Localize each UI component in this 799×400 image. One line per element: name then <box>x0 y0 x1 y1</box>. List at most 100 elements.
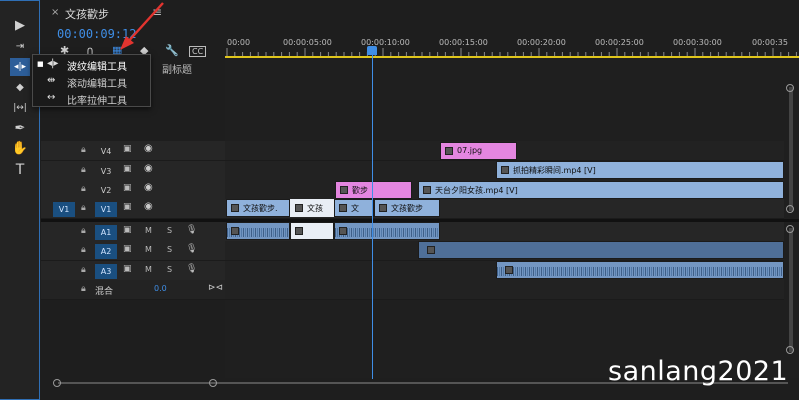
clip-label: 文孩歡步. <box>243 204 278 213</box>
clip-v4-image[interactable]: 07.jpg <box>440 142 517 160</box>
eye-icon[interactable]: ◉ <box>144 182 153 193</box>
go-to-end-icon[interactable]: ⊳⊲ <box>208 283 223 293</box>
clip-thumbnail-icon <box>339 204 347 212</box>
track-header-a1: 🔒︎ A1 ▣ M S 🎙︎ <box>41 222 225 242</box>
clip-v1-segment-selected[interactable]: 文孩 <box>290 199 334 217</box>
eye-icon[interactable]: ◉ <box>144 143 153 154</box>
sync-lock-icon[interactable]: ▣ <box>123 264 132 274</box>
rate-stretch-icon: ↔ <box>47 92 55 103</box>
mix-volume-value[interactable]: 0.0 <box>154 284 167 293</box>
sync-lock-icon[interactable]: ▣ <box>123 202 132 212</box>
clip-v1-segment[interactable]: 文孩歡步 <box>374 199 440 217</box>
track-label[interactable]: V1 <box>95 202 117 217</box>
clip-thumbnail-icon <box>379 204 387 212</box>
source-patch-v1[interactable]: V1 <box>53 202 75 217</box>
tick-label: 00:00:35 <box>752 38 788 47</box>
lock-icon[interactable]: 🔒︎ <box>81 245 86 255</box>
sync-lock-icon[interactable]: ▣ <box>123 225 132 235</box>
menu-item-label: 波纹编辑工具 <box>67 62 127 73</box>
clip-thumbnail-icon <box>445 147 453 155</box>
lock-icon[interactable]: 🔒︎ <box>81 265 86 275</box>
clip-v2-video[interactable]: 天台夕阳女孩.mp4 [V] <box>418 181 784 199</box>
playhead-handle[interactable] <box>367 46 377 55</box>
lock-icon[interactable]: 🔒︎ <box>81 184 86 194</box>
audio-clip-a1-selected[interactable] <box>290 222 334 240</box>
lane-mix <box>225 280 784 300</box>
track-header-v1: V1 🔒︎ V1 ▣ ◉ <box>41 199 225 219</box>
eye-icon[interactable]: ◉ <box>144 163 153 174</box>
sync-lock-icon[interactable]: ▣ <box>123 144 132 154</box>
clip-thumbnail-icon <box>295 204 303 212</box>
scroll-handle-icon[interactable] <box>786 205 794 213</box>
edit-tool-flyout-menu: ■ ◂|▸ 波纹编辑工具 ⇹ 滚动编辑工具 ↔ 比率拉伸工具 <box>32 54 151 107</box>
lock-icon[interactable]: 🔒︎ <box>81 203 86 213</box>
microphone-icon[interactable]: 🎙︎ <box>186 264 197 274</box>
mix-label: 混合 <box>95 287 114 297</box>
close-tab-icon[interactable]: × <box>51 7 59 18</box>
lock-icon[interactable]: 🔒︎ <box>81 284 86 294</box>
track-header-v4: 🔒︎ V4 ▣ ◉ <box>41 141 225 161</box>
track-select-tool-icon[interactable]: ⇥ <box>10 38 30 56</box>
clip-thumbnail-icon <box>340 186 348 194</box>
solo-button[interactable]: S <box>167 226 172 235</box>
track-label[interactable]: A2 <box>95 244 117 259</box>
track-header-v2: 🔒︎ V2 ▣ ◉ <box>41 180 225 200</box>
eye-icon[interactable]: ◉ <box>144 201 153 212</box>
track-header-v3: 🔒︎ V3 ▣ ◉ <box>41 161 225 181</box>
menu-item-ripple-edit[interactable]: ■ ◂|▸ 波纹编辑工具 <box>33 56 150 73</box>
track-label[interactable]: A3 <box>95 264 117 279</box>
audio-clip-a3[interactable] <box>496 261 784 279</box>
audio-clip-a1[interactable] <box>226 222 290 240</box>
solo-button[interactable]: S <box>167 265 172 274</box>
mute-button[interactable]: M <box>145 245 152 254</box>
clip-thumbnail-icon <box>295 227 303 235</box>
audio-clip-a2[interactable] <box>418 241 784 259</box>
pen-tool-icon[interactable]: ✒ <box>10 120 30 138</box>
clip-v1-segment[interactable]: 文 <box>334 199 374 217</box>
slip-tool-icon[interactable]: |↔| <box>10 99 30 117</box>
microphone-icon[interactable]: 🎙︎ <box>186 244 197 254</box>
clip-v2-image[interactable]: 歡步 <box>335 181 412 199</box>
menu-item-rolling-edit[interactable]: ⇹ 滚动编辑工具 <box>33 73 150 90</box>
scroll-handle-icon[interactable] <box>786 346 794 354</box>
captions-icon[interactable]: CC <box>189 46 207 57</box>
audio-vertical-scrollbar[interactable] <box>789 228 793 352</box>
lock-icon[interactable]: 🔒︎ <box>81 226 86 236</box>
lock-icon[interactable]: 🔒︎ <box>81 165 86 175</box>
watermark-text: sanlang2021 <box>608 356 789 387</box>
scroll-handle-icon[interactable] <box>786 225 794 233</box>
scroll-handle-icon[interactable] <box>209 379 217 387</box>
scroll-handle-icon[interactable] <box>53 379 61 387</box>
microphone-icon[interactable]: 🎙︎ <box>186 225 197 235</box>
playhead-line[interactable] <box>372 55 373 379</box>
video-vertical-scrollbar[interactable] <box>789 87 793 211</box>
clip-thumbnail-icon <box>505 266 513 274</box>
hand-tool-icon[interactable]: ✋ <box>10 140 30 158</box>
clip-label: 07.jpg <box>457 146 483 155</box>
type-tool-icon[interactable]: T <box>10 161 30 179</box>
clip-v3-video[interactable]: 抓拍精彩瞬间.mp4 [V] <box>496 161 784 179</box>
clip-label: 歡步 <box>352 186 368 195</box>
track-label[interactable]: A1 <box>95 225 117 240</box>
time-ruler[interactable]: 00:00 00:00:05:00 00:00:10:00 00:00:15:0… <box>225 28 799 58</box>
lock-icon[interactable]: 🔒︎ <box>81 145 86 155</box>
solo-button[interactable]: S <box>167 245 172 254</box>
track-label[interactable]: V3 <box>95 164 117 179</box>
scroll-handle-icon[interactable] <box>786 84 794 92</box>
mute-button[interactable]: M <box>145 226 152 235</box>
clip-thumbnail-icon <box>427 246 435 254</box>
audio-clip-a1[interactable] <box>334 222 440 240</box>
track-label[interactable]: V2 <box>95 183 117 198</box>
ripple-edit-tool-icon[interactable]: ◂|▸ <box>10 58 30 76</box>
selection-tool-icon[interactable]: ▶ <box>10 17 30 35</box>
track-label[interactable]: V4 <box>95 144 117 159</box>
tick-label: 00:00:25:00 <box>595 38 644 47</box>
menu-item-rate-stretch[interactable]: ↔ 比率拉伸工具 <box>33 90 150 107</box>
clip-v1-segment[interactable]: 文孩歡步. <box>226 199 290 217</box>
sync-lock-icon[interactable]: ▣ <box>123 183 132 193</box>
sync-lock-icon[interactable]: ▣ <box>123 244 132 254</box>
sync-lock-icon[interactable]: ▣ <box>123 164 132 174</box>
clip-label: 文孩歡步 <box>391 204 423 213</box>
mute-button[interactable]: M <box>145 265 152 274</box>
razor-tool-icon[interactable]: ◆ <box>10 79 30 97</box>
